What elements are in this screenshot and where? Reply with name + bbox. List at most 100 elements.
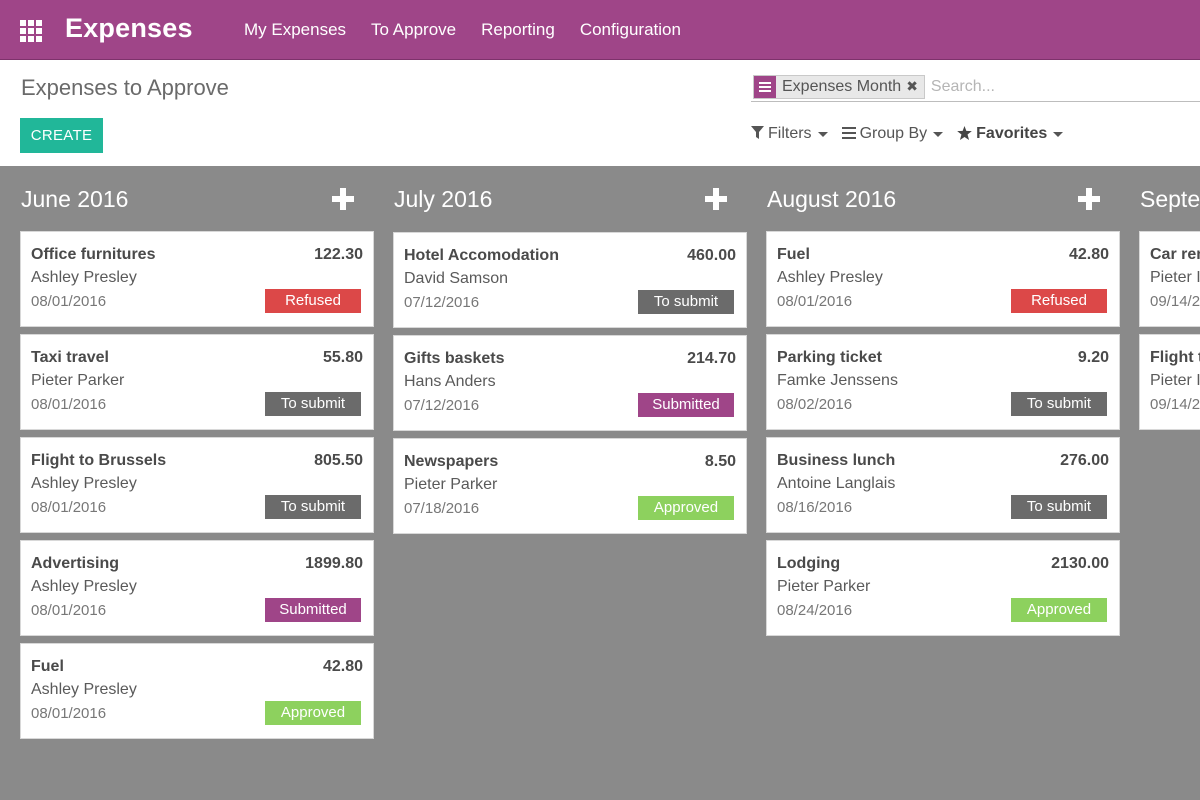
top-navbar: Expenses My Expenses To Approve Reportin… (0, 0, 1200, 60)
card-date: 08/01/2016 (31, 499, 107, 516)
card-date: 08/01/2016 (31, 396, 107, 413)
favorites-label: Favorites (976, 125, 1048, 142)
card-date: 08/24/2016 (777, 602, 853, 619)
facet-label: Expenses Month (782, 77, 902, 95)
plus-icon[interactable] (705, 188, 727, 210)
status-badge: Refused (265, 289, 361, 313)
column-header: August 2016 (766, 166, 1120, 232)
kanban-card[interactable]: Fuel 42.80 Ashley Presley 08/01/2016 App… (20, 643, 374, 739)
card-amount: 214.70 (687, 350, 736, 367)
menu-item-my-expenses[interactable]: My Expenses (244, 20, 346, 40)
create-button[interactable]: CREATE (20, 118, 103, 153)
apps-grid-icon[interactable] (20, 20, 42, 42)
kanban-card[interactable]: Advertising 1899.80 Ashley Presley 08/01… (20, 540, 374, 636)
card-date: 08/01/2016 (31, 602, 107, 619)
column-header: July 2016 (393, 166, 747, 232)
kanban-card[interactable]: Business lunch 276.00 Antoine Langlais 0… (766, 437, 1120, 533)
card-name: Fuel (777, 246, 810, 263)
kanban-column: June 2016 Office furnitures 122.30 Ashle… (20, 166, 374, 739)
chevron-down-icon (933, 131, 944, 137)
kanban-card[interactable]: Flight t Pieter I 09/14/2 (1139, 334, 1200, 430)
card-date: 08/01/2016 (777, 293, 853, 310)
menu-item-configuration[interactable]: Configuration (580, 20, 681, 40)
card-name: Lodging (777, 555, 841, 572)
group-by-icon (754, 75, 776, 98)
card-date: 07/12/2016 (404, 294, 480, 311)
kanban-card[interactable]: Car ren Pieter I 09/14/2 (1139, 231, 1200, 327)
card-date: 08/16/2016 (777, 499, 853, 516)
status-badge: Approved (638, 496, 734, 520)
card-employee: Hans Anders (404, 373, 496, 390)
column-title: August 2016 (767, 186, 897, 212)
status-badge: To submit (1011, 392, 1107, 416)
card-amount: 276.00 (1060, 452, 1109, 469)
status-badge: Refused (1011, 289, 1107, 313)
app-brand[interactable]: Expenses (65, 13, 193, 44)
filter-icon (751, 126, 764, 142)
status-badge: To submit (265, 392, 361, 416)
card-amount: 55.80 (322, 349, 363, 366)
card-employee: Ashley Presley (31, 681, 137, 698)
kanban-card[interactable]: Parking ticket 9.20 Famke Jenssens 08/02… (766, 334, 1120, 430)
card-amount: 805.50 (314, 452, 363, 469)
card-date: 09/14/2 (1150, 293, 1200, 310)
card-amount: 460.00 (687, 247, 736, 264)
card-employee: Famke Jenssens (777, 372, 898, 389)
card-employee: David Samson (404, 270, 509, 287)
status-badge: Submitted (265, 598, 361, 622)
card-name: Business lunch (777, 452, 896, 469)
column-title: July 2016 (394, 186, 493, 212)
column-title: June 2016 (21, 186, 129, 212)
card-name: Advertising (31, 555, 120, 572)
kanban-card[interactable]: Gifts baskets 214.70 Hans Anders 07/12/2… (393, 335, 747, 431)
card-name: Flight t (1150, 349, 1200, 366)
plus-icon[interactable] (1078, 188, 1100, 210)
card-employee: Ashley Presley (31, 475, 137, 492)
kanban-card[interactable]: Newspapers 8.50 Pieter Parker 07/18/2016… (393, 438, 747, 534)
card-employee: Ashley Presley (31, 578, 137, 595)
status-badge: To submit (265, 495, 361, 519)
card-name: Hotel Accomodation (404, 247, 559, 264)
search-input[interactable] (930, 77, 1181, 96)
group-by-label: Group By (859, 125, 928, 142)
card-amount: 122.30 (314, 246, 363, 263)
kanban-card[interactable]: Hotel Accomodation 460.00 David Samson 0… (393, 232, 747, 328)
status-badge: Approved (1011, 598, 1107, 622)
card-name: Taxi travel (31, 349, 109, 366)
status-badge: To submit (638, 290, 734, 314)
card-date: 07/12/2016 (404, 397, 480, 414)
card-name: Car ren (1150, 246, 1200, 263)
card-employee: Pieter I (1150, 372, 1200, 389)
card-amount: 42.80 (1068, 246, 1109, 263)
card-name: Newspapers (404, 453, 499, 470)
column-header: Septe (1139, 166, 1200, 232)
star-icon (957, 125, 972, 143)
kanban-column: Septe Car ren Pieter I 09/14/2 Flight t … (1139, 166, 1200, 430)
plus-icon[interactable] (332, 188, 354, 210)
card-employee: Pieter Parker (777, 578, 871, 595)
card-employee: Antoine Langlais (777, 475, 896, 492)
filters-label: Filters (768, 125, 812, 142)
kanban-card[interactable]: Taxi travel 55.80 Pieter Parker 08/01/20… (20, 334, 374, 430)
card-employee: Ashley Presley (777, 269, 883, 286)
card-amount: 2130.00 (1051, 555, 1109, 572)
kanban-card[interactable]: Flight to Brussels 805.50 Ashley Presley… (20, 437, 374, 533)
status-badge: Approved (265, 701, 361, 725)
menu-item-to-approve[interactable]: To Approve (371, 20, 456, 40)
kanban-column: August 2016 Fuel 42.80 Ashley Presley 08… (766, 166, 1120, 636)
card-date: 08/02/2016 (777, 396, 853, 413)
card-name: Fuel (31, 658, 64, 675)
favorites-dropdown[interactable]: Favorites (957, 125, 1064, 143)
kanban-card[interactable]: Fuel 42.80 Ashley Presley 08/01/2016 Ref… (766, 231, 1120, 327)
filters-dropdown[interactable]: Filters (751, 125, 828, 143)
group-by-dropdown[interactable]: Group By (841, 125, 944, 143)
kanban-card[interactable]: Office furnitures 122.30 Ashley Presley … (20, 231, 374, 327)
menu-item-reporting[interactable]: Reporting (481, 20, 555, 40)
card-employee: Ashley Presley (31, 269, 137, 286)
facet-remove-icon[interactable]: ✖ (906, 78, 924, 95)
kanban-card[interactable]: Lodging 2130.00 Pieter Parker 08/24/2016… (766, 540, 1120, 636)
list-icon (841, 126, 856, 142)
page-title: Expenses to Approve (21, 75, 229, 100)
card-name: Flight to Brussels (31, 452, 167, 469)
card-date: 07/18/2016 (404, 500, 480, 517)
